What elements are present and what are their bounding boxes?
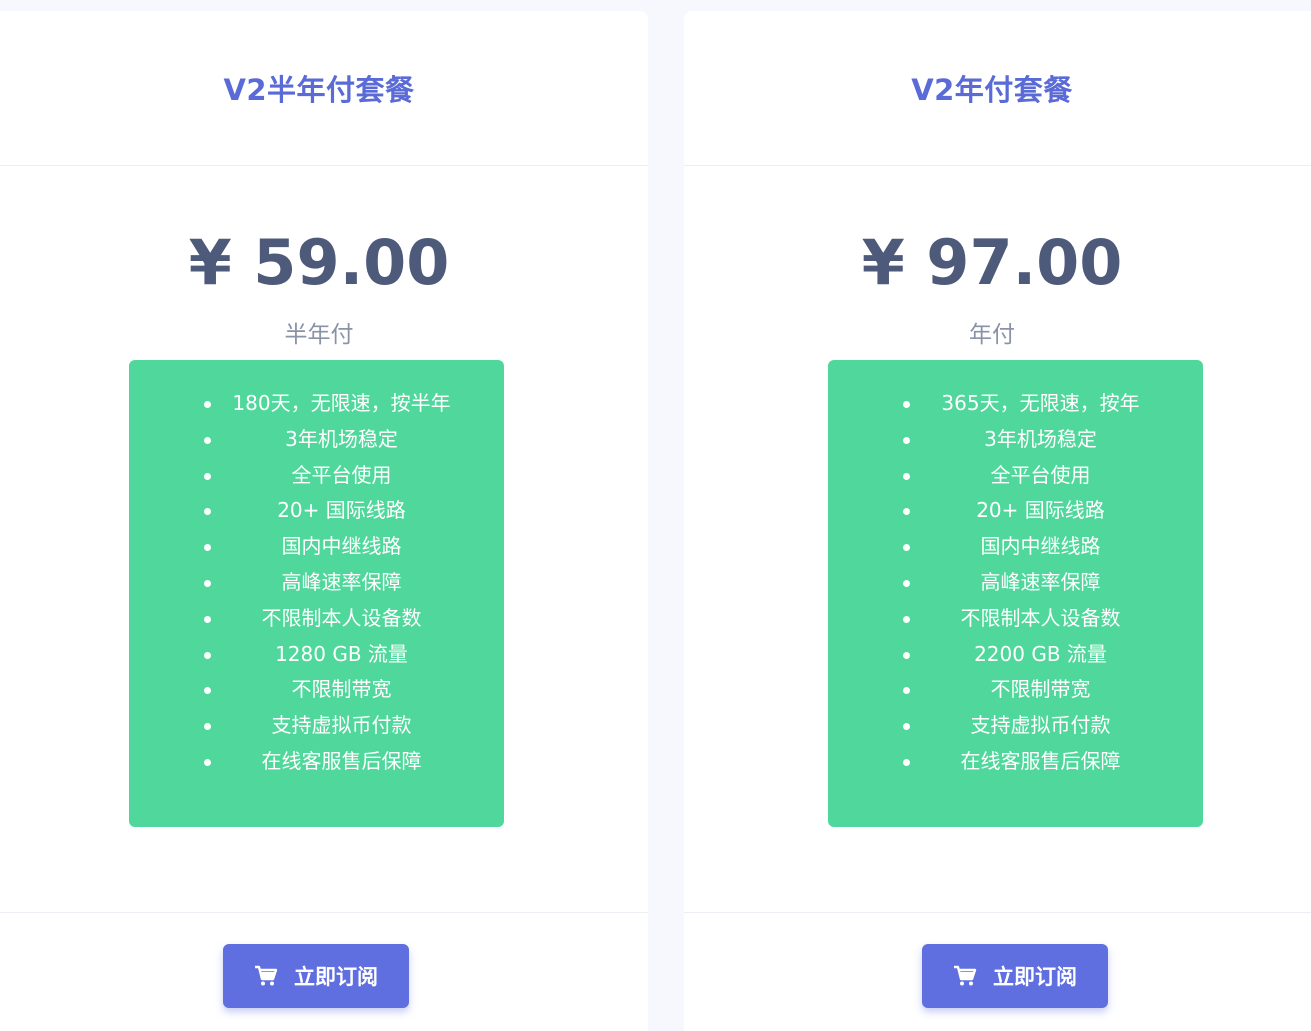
bullet-icon — [903, 401, 910, 408]
plan-period: 半年付 — [284, 322, 354, 348]
bullet-icon — [903, 651, 910, 659]
feature-item: 不限制带宽 — [129, 672, 504, 708]
plan-period: 年付 — [969, 322, 1015, 348]
pricing-page: V2半年付套餐 ¥ 59.00 半年付 180天，无限速，按半年 3年机场稳定 … — [0, 0, 1311, 1031]
plan-features-box: 365天，无限速，按年 3年机场稳定 全平台使用 20+ 国际线路 国内中继线路… — [828, 360, 1203, 827]
feature-item: 支持虚拟币付款 — [129, 708, 504, 744]
feature-item: 20+ 国际线路 — [129, 493, 504, 529]
bullet-icon — [204, 615, 211, 623]
feature-item: 不限制本人设备数 — [828, 601, 1203, 637]
feature-item: 国内中继线路 — [129, 529, 504, 565]
bullet-icon — [204, 436, 211, 444]
bullet-icon — [204, 472, 211, 480]
plan-title: V2年付套餐 — [911, 73, 1073, 107]
bullet-icon — [204, 579, 211, 587]
bullet-icon — [903, 758, 910, 766]
feature-item: 180天，无限速，按半年 — [129, 386, 504, 422]
feature-item: 高峰速率保障 — [828, 565, 1203, 601]
feature-list: 365天，无限速，按年 3年机场稳定 全平台使用 20+ 国际线路 国内中继线路… — [828, 386, 1203, 780]
subscribe-button-label: 立即订阅 — [294, 965, 378, 989]
cart-icon — [954, 965, 977, 986]
plan-price: ¥ 97.00 — [861, 226, 1123, 299]
feature-list: 180天，无限速，按半年 3年机场稳定 全平台使用 20+ 国际线路 国内中继线… — [129, 386, 504, 780]
subscribe-button[interactable]: 立即订阅 — [223, 944, 409, 1008]
bullet-icon — [204, 758, 211, 766]
bullet-icon — [204, 687, 211, 695]
cart-icon — [255, 965, 278, 986]
bullet-icon — [204, 723, 211, 731]
subscribe-button[interactable]: 立即订阅 — [922, 944, 1108, 1008]
bullet-icon — [903, 472, 910, 480]
plan-card-year: V2年付套餐 ¥ 97.00 年付 365天，无限速，按年 3年机场稳定 全平台… — [684, 11, 1311, 1031]
plan-card-header: V2半年付套餐 — [0, 11, 648, 166]
feature-item: 不限制带宽 — [828, 672, 1203, 708]
bullet-icon — [204, 508, 211, 516]
bullet-icon — [903, 723, 910, 731]
bullet-icon — [204, 651, 211, 659]
bullet-icon — [204, 401, 211, 408]
feature-item: 1280 GB 流量 — [129, 637, 504, 673]
feature-item: 3年机场稳定 — [129, 422, 504, 458]
feature-item: 20+ 国际线路 — [828, 493, 1203, 529]
plan-card-footer-divider — [684, 912, 1311, 913]
feature-item: 高峰速率保障 — [129, 565, 504, 601]
subscribe-button-label: 立即订阅 — [993, 965, 1077, 989]
bullet-icon — [903, 579, 910, 587]
feature-item: 3年机场稳定 — [828, 422, 1203, 458]
feature-item: 全平台使用 — [828, 458, 1203, 494]
bullet-icon — [903, 615, 910, 623]
feature-item: 全平台使用 — [129, 458, 504, 494]
feature-item: 不限制本人设备数 — [129, 601, 504, 637]
feature-item: 国内中继线路 — [828, 529, 1203, 565]
plan-card-half-year: V2半年付套餐 ¥ 59.00 半年付 180天，无限速，按半年 3年机场稳定 … — [0, 11, 648, 1031]
feature-item: 支持虚拟币付款 — [828, 708, 1203, 744]
feature-item: 2200 GB 流量 — [828, 637, 1203, 673]
bullet-icon — [903, 508, 910, 516]
plan-price: ¥ 59.00 — [188, 226, 450, 299]
plan-title: V2半年付套餐 — [223, 73, 415, 107]
feature-item: 在线客服售后保障 — [828, 744, 1203, 780]
bullet-icon — [903, 687, 910, 695]
bullet-icon — [204, 544, 211, 552]
bullet-icon — [903, 436, 910, 444]
bullet-icon — [903, 544, 910, 552]
plan-card-header: V2年付套餐 — [684, 11, 1311, 166]
plan-card-footer-divider — [0, 912, 648, 913]
feature-item: 365天，无限速，按年 — [828, 386, 1203, 422]
feature-item: 在线客服售后保障 — [129, 744, 504, 780]
plan-features-box: 180天，无限速，按半年 3年机场稳定 全平台使用 20+ 国际线路 国内中继线… — [129, 360, 504, 827]
